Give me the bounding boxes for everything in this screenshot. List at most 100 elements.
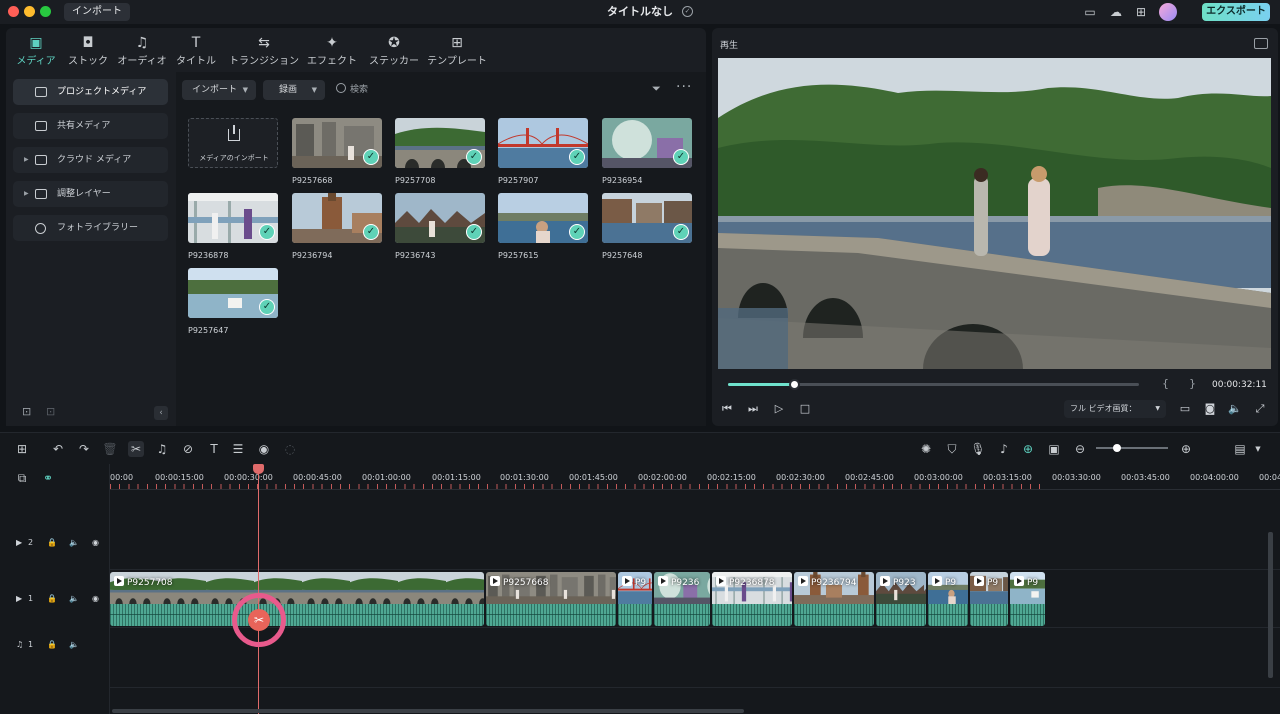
volume-icon[interactable]: 🔈 bbox=[1228, 402, 1242, 416]
redo-icon[interactable]: ↷ bbox=[76, 441, 92, 457]
timeline-clip[interactable]: P9257668 bbox=[486, 572, 616, 626]
timeline-clip[interactable]: P9236 bbox=[654, 572, 710, 626]
microphone-icon[interactable]: 🎙 bbox=[970, 441, 986, 457]
display-monitor-icon[interactable]: ▭ bbox=[1178, 402, 1192, 416]
sidebar-item[interactable]: フォトライブラリー bbox=[13, 215, 168, 241]
stop-icon[interactable]: □ bbox=[798, 402, 812, 416]
zoom-in-icon[interactable]: ⊕ bbox=[1178, 441, 1194, 457]
sidebar-item[interactable]: ▶ 調整レイヤー bbox=[13, 181, 168, 207]
cloud-upload-icon[interactable]: ☁ bbox=[1108, 4, 1124, 20]
avatar[interactable] bbox=[1159, 3, 1177, 21]
undo-icon[interactable]: ↶ bbox=[50, 441, 66, 457]
vertical-scrollbar[interactable] bbox=[1268, 532, 1273, 678]
audio-track-1[interactable] bbox=[110, 628, 1280, 688]
playback-scrubber[interactable] bbox=[728, 379, 1139, 390]
chevron-down-icon[interactable]: ▼ bbox=[1250, 441, 1266, 457]
previous-frame-icon[interactable]: ⏮ bbox=[720, 402, 734, 416]
layout-grid-icon[interactable]: ⊞ bbox=[14, 441, 30, 457]
horizontal-scrollbar[interactable] bbox=[112, 709, 744, 713]
filter-icon[interactable]: ⏷ bbox=[652, 82, 661, 96]
import-button[interactable]: インポート bbox=[64, 3, 130, 21]
category-tab[interactable]: ⇆ トランジション bbox=[228, 34, 300, 70]
timeline-clip[interactable]: P9 bbox=[618, 572, 652, 626]
speaker-icon[interactable]: 🔈 bbox=[69, 538, 79, 547]
tray-icon[interactable]: ▭ bbox=[1082, 4, 1098, 20]
category-tab[interactable]: ✦ エフェクト bbox=[306, 34, 358, 70]
media-thumbnail[interactable]: ✓ bbox=[602, 193, 692, 243]
speed-icon[interactable]: ◌ bbox=[282, 441, 298, 457]
grid-apps-icon[interactable]: ⊞ bbox=[1133, 4, 1149, 20]
color-match-icon[interactable]: ◉ bbox=[256, 441, 272, 457]
timeline-clip[interactable]: P923 bbox=[876, 572, 926, 626]
media-thumbnail[interactable]: ✓ bbox=[498, 118, 588, 168]
video-track-2[interactable] bbox=[110, 490, 1280, 570]
split-clip-button[interactable]: ✂ bbox=[248, 609, 270, 631]
minimize-window-button[interactable] bbox=[24, 6, 35, 17]
scrubber-handle[interactable] bbox=[788, 379, 800, 390]
fullscreen-icon[interactable]: ⤢ bbox=[1253, 402, 1267, 416]
text-tool-icon[interactable]: T bbox=[206, 441, 222, 457]
category-tab[interactable]: T タイトル bbox=[176, 34, 216, 70]
eye-icon[interactable]: ◉ bbox=[92, 594, 99, 603]
media-thumbnail[interactable]: ✓ bbox=[395, 193, 485, 243]
add-track-icon[interactable]: ⧉ bbox=[14, 470, 30, 486]
lock-icon[interactable]: 🔒 bbox=[47, 594, 57, 603]
next-frame-icon[interactable]: ⏭ bbox=[746, 402, 760, 416]
adjust-icon[interactable]: ☰ bbox=[230, 441, 246, 457]
zoom-out-icon[interactable]: ⊖ bbox=[1072, 441, 1088, 457]
eye-icon[interactable]: ◉ bbox=[92, 538, 99, 547]
new-folder-icon[interactable]: ⊡ bbox=[22, 406, 36, 418]
timeline-clip[interactable]: P9 bbox=[1010, 572, 1045, 626]
link-icon[interactable]: ⚭ bbox=[40, 470, 56, 486]
sidebar-item[interactable]: プロジェクトメディア bbox=[13, 79, 168, 105]
category-tab[interactable]: ◘ ストック bbox=[66, 34, 110, 70]
more-options-icon[interactable]: ··· bbox=[676, 79, 692, 95]
playhead-handle[interactable] bbox=[253, 464, 264, 474]
media-thumbnail[interactable]: ✓ bbox=[292, 118, 382, 168]
snapshot-camera-icon[interactable]: ◙ bbox=[1203, 402, 1217, 416]
lock-icon[interactable]: 🔒 bbox=[47, 538, 57, 547]
folder-outline-icon[interactable]: ⊡ bbox=[46, 406, 60, 418]
timeline-clip[interactable]: P9 bbox=[928, 572, 968, 626]
media-thumbnail[interactable]: ✓ bbox=[188, 268, 278, 318]
media-thumbnail[interactable]: ✓ bbox=[498, 193, 588, 243]
media-thumbnail[interactable]: ✓ bbox=[602, 118, 692, 168]
category-tab[interactable]: ⊞ テンプレート bbox=[426, 34, 488, 70]
zoom-slider-handle[interactable] bbox=[1113, 444, 1121, 452]
close-window-button[interactable] bbox=[8, 6, 19, 17]
media-thumbnail[interactable]: ✓ bbox=[188, 193, 278, 243]
voiceover-icon[interactable]: ♪ bbox=[996, 441, 1012, 457]
collapse-sidebar-button[interactable]: ‹ bbox=[154, 406, 168, 420]
import-media-tile[interactable]: メディアのインポート bbox=[188, 118, 278, 168]
play-icon[interactable]: ▷ bbox=[772, 402, 786, 416]
mark-out-button[interactable]: } bbox=[1189, 377, 1196, 390]
video-preview[interactable] bbox=[718, 58, 1271, 369]
split-scissors-icon[interactable]: ✂ bbox=[128, 441, 144, 457]
playback-quality-dropdown[interactable]: フル ビデオ画質： ▼ bbox=[1064, 400, 1166, 418]
auto-reframe-icon[interactable]: ✺ bbox=[918, 441, 934, 457]
snapshot-icon[interactable] bbox=[1254, 38, 1268, 49]
zoom-slider[interactable] bbox=[1096, 447, 1168, 449]
playhead[interactable] bbox=[258, 464, 259, 714]
import-dropdown[interactable]: インポート ▼ bbox=[182, 80, 256, 100]
lock-icon[interactable]: 🔒 bbox=[47, 640, 57, 649]
track-height-icon[interactable]: ▤ bbox=[1232, 441, 1248, 457]
record-dropdown[interactable]: 録画 ▼ bbox=[263, 80, 325, 100]
sidebar-item[interactable]: 共有メディア bbox=[13, 113, 168, 139]
speaker-icon[interactable]: 🔈 bbox=[69, 594, 79, 603]
delete-icon[interactable]: 🗑 bbox=[102, 441, 118, 457]
time-ruler[interactable]: 00:00 00:00:15:00 00:00:30:00 00:00:45:00 00… bbox=[110, 464, 1280, 490]
sidebar-item[interactable]: ▶ クラウド メディア bbox=[13, 147, 168, 173]
expand-arrow-icon[interactable]: ▶ bbox=[24, 181, 29, 207]
timeline-clip[interactable]: P9 bbox=[970, 572, 1008, 626]
category-tab[interactable]: ▣ メディア bbox=[14, 34, 58, 70]
marker-shield-icon[interactable]: ⛉ bbox=[944, 441, 960, 457]
export-button[interactable]: エクスポート bbox=[1202, 3, 1270, 21]
timeline-clip[interactable]: P9236878 bbox=[712, 572, 792, 626]
timeline-clip[interactable]: P9236794 bbox=[794, 572, 874, 626]
zoom-window-button[interactable] bbox=[40, 6, 51, 17]
mark-in-button[interactable]: { bbox=[1162, 377, 1169, 390]
expand-arrow-icon[interactable]: ▶ bbox=[24, 147, 29, 173]
media-thumbnail[interactable]: ✓ bbox=[292, 193, 382, 243]
category-tab[interactable]: ♫ オーディオ bbox=[116, 34, 168, 70]
